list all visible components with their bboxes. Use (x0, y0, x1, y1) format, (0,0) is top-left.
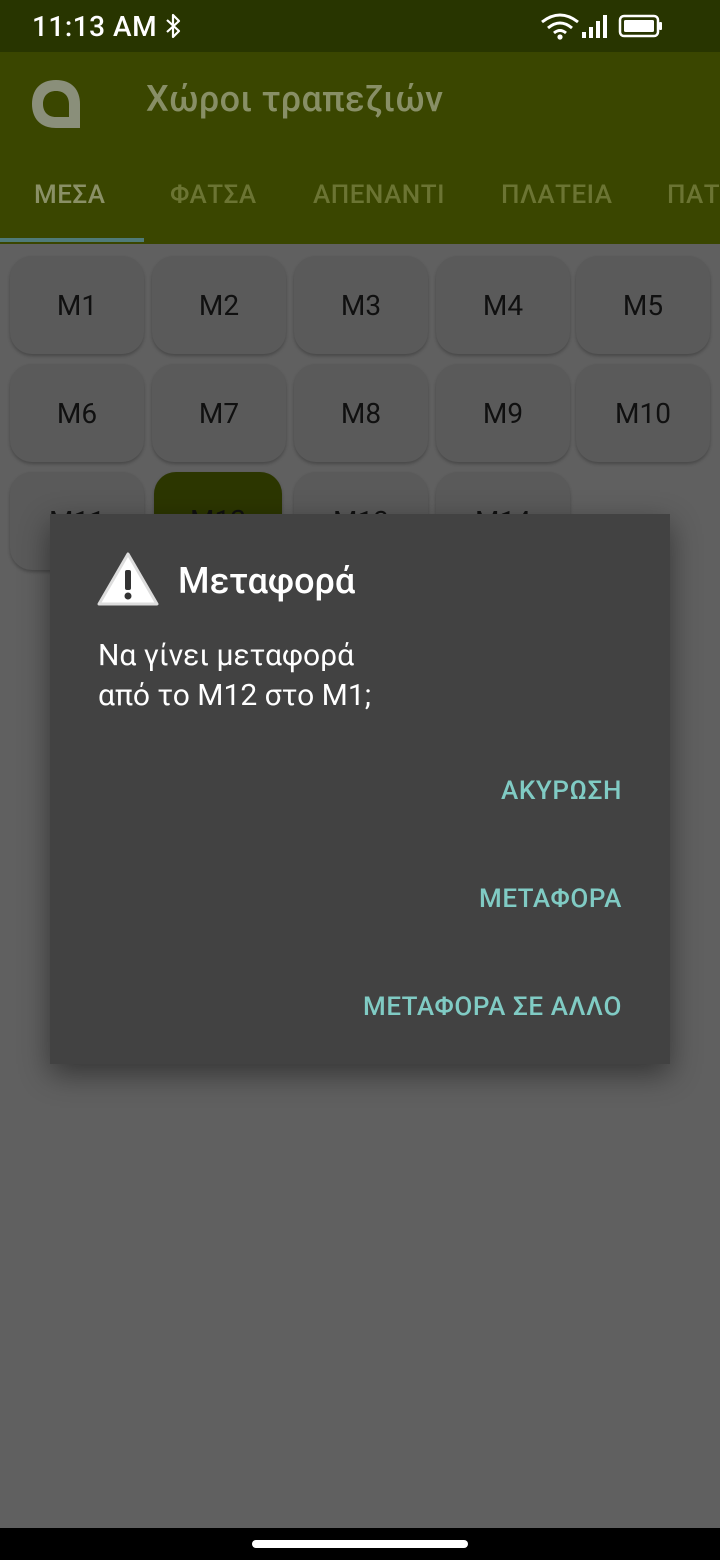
tab-pat[interactable]: ΠΑΤ (667, 180, 720, 210)
warning-icon (97, 552, 159, 606)
tab-mesa[interactable]: ΜΕΣΑ (34, 180, 105, 210)
signal-icon (582, 15, 607, 38)
table-button-m10[interactable]: M10 (576, 364, 710, 462)
transfer-dialog: Μεταφορά Να γίνει μεταφορά από το M12 στ… (50, 514, 670, 1064)
tab-indicator (0, 238, 144, 242)
table-button-m1[interactable]: M1 (10, 256, 144, 354)
app-title: Χώροι τραπεζιών (146, 78, 444, 120)
cancel-button[interactable]: ΑΚΥΡΩΣΗ (501, 776, 622, 806)
table-button-m7[interactable]: M7 (152, 364, 286, 462)
table-button-m6[interactable]: M6 (10, 364, 144, 462)
tab-apenanti[interactable]: ΑΠΕΝΑΝΤΙ (313, 180, 445, 210)
table-button-m4[interactable]: M4 (436, 256, 570, 354)
transfer-button[interactable]: ΜΕΤΑΦΟΡΑ (479, 884, 622, 914)
transfer-other-button[interactable]: ΜΕΤΑΦΟΡΑ ΣΕ ΑΛΛΟ (363, 992, 622, 1022)
table-button-m2[interactable]: M2 (152, 256, 286, 354)
status-bar: 11:13 AM (0, 0, 720, 52)
table-button-m3[interactable]: M3 (294, 256, 428, 354)
dialog-title: Μεταφορά (178, 560, 356, 602)
app-logo-icon (32, 80, 80, 128)
table-button-m9[interactable]: M9 (436, 364, 570, 462)
status-time: 11:13 AM (32, 10, 158, 43)
home-indicator[interactable] (252, 1540, 468, 1548)
navigation-bar (0, 1528, 720, 1560)
table-button-m5[interactable]: M5 (576, 256, 710, 354)
dialog-message: Να γίνει μεταφορά από το M12 στο M1; (98, 638, 372, 713)
wifi-icon (541, 13, 579, 40)
table-button-m8[interactable]: M8 (294, 364, 428, 462)
battery-icon (618, 14, 662, 38)
tab-plateia[interactable]: ΠΛΑΤΕΙΑ (501, 180, 613, 210)
bluetooth-icon (166, 13, 181, 39)
tab-fatsa[interactable]: ΦΑΤΣΑ (170, 180, 257, 210)
tab-bar: ΜΕΣΑ ΦΑΤΣΑ ΑΠΕΝΑΝΤΙ ΠΛΑΤΕΙΑ ΠΑΤ (0, 160, 720, 244)
